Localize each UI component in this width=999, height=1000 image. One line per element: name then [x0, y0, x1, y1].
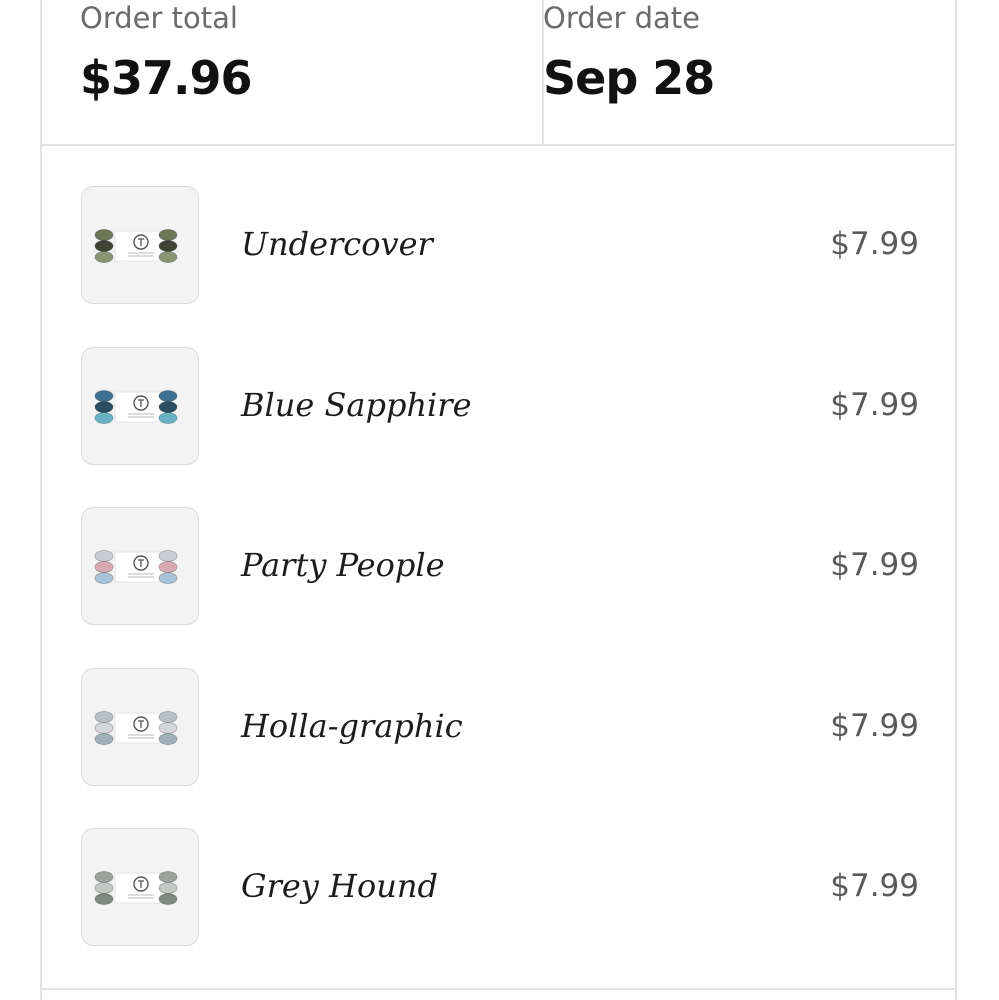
coil-shape — [158, 390, 178, 402]
coil-shape — [94, 401, 114, 413]
coil-shape — [158, 229, 178, 241]
coil-shape — [158, 401, 178, 413]
coil-shape — [94, 251, 114, 263]
coil-shape — [94, 561, 114, 573]
coil-shape — [158, 893, 178, 905]
product-image[interactable] — [81, 347, 199, 465]
item-name: Grey Hound — [241, 867, 438, 905]
item-price: $7.99 — [830, 708, 919, 744]
coil-shape — [94, 390, 114, 402]
list-item[interactable]: Holla-graphic $7.99 — [40, 628, 957, 788]
coil-shape — [94, 733, 114, 745]
coil-shape — [158, 550, 178, 562]
coil-shape — [158, 251, 178, 263]
coil-shape — [94, 572, 114, 584]
item-name: Party People — [241, 546, 445, 584]
item-price: $7.99 — [830, 226, 919, 262]
product-illustration — [94, 390, 178, 424]
coil-shape — [158, 572, 178, 584]
order-total-label: Order total — [80, 1, 238, 35]
coil-shape — [158, 412, 178, 424]
section-divider — [40, 988, 957, 990]
list-item[interactable]: Undercover $7.99 — [40, 146, 957, 306]
coil-shape — [158, 722, 178, 734]
item-name: Blue Sapphire — [241, 386, 472, 424]
product-image[interactable] — [81, 828, 199, 946]
coil-shape — [158, 561, 178, 573]
product-illustration — [94, 550, 178, 584]
item-price: $7.99 — [830, 547, 919, 583]
product-image[interactable] — [81, 186, 199, 304]
coil-shape — [158, 711, 178, 723]
coil-shape — [158, 240, 178, 252]
coil-shape — [94, 722, 114, 734]
list-item[interactable]: Grey Hound $7.99 — [40, 788, 957, 948]
order-summary: Order total $37.96 Order date Sep 28 — [40, 0, 957, 146]
order-total-value: $37.96 — [80, 51, 253, 105]
coil-shape — [94, 893, 114, 905]
coil-shape — [94, 412, 114, 424]
item-name: Undercover — [241, 225, 433, 263]
coil-shape — [158, 733, 178, 745]
product-image[interactable] — [81, 507, 199, 625]
product-illustration — [94, 711, 178, 745]
list-item[interactable]: Blue Sapphire $7.99 — [40, 307, 957, 467]
coil-shape — [94, 550, 114, 562]
coil-shape — [158, 871, 178, 883]
item-price: $7.99 — [830, 868, 919, 904]
item-name: Holla-graphic — [241, 707, 463, 745]
order-date-value: Sep 28 — [543, 51, 715, 105]
coil-shape — [94, 711, 114, 723]
product-image[interactable] — [81, 668, 199, 786]
coil-shape — [158, 882, 178, 894]
coil-shape — [94, 240, 114, 252]
coil-shape — [94, 871, 114, 883]
coil-shape — [94, 882, 114, 894]
list-item[interactable]: Party People $7.99 — [40, 467, 957, 627]
order-date-label: Order date — [543, 1, 701, 35]
product-illustration — [94, 229, 178, 263]
item-price: $7.99 — [830, 387, 919, 423]
product-illustration — [94, 871, 178, 905]
coil-shape — [94, 229, 114, 241]
